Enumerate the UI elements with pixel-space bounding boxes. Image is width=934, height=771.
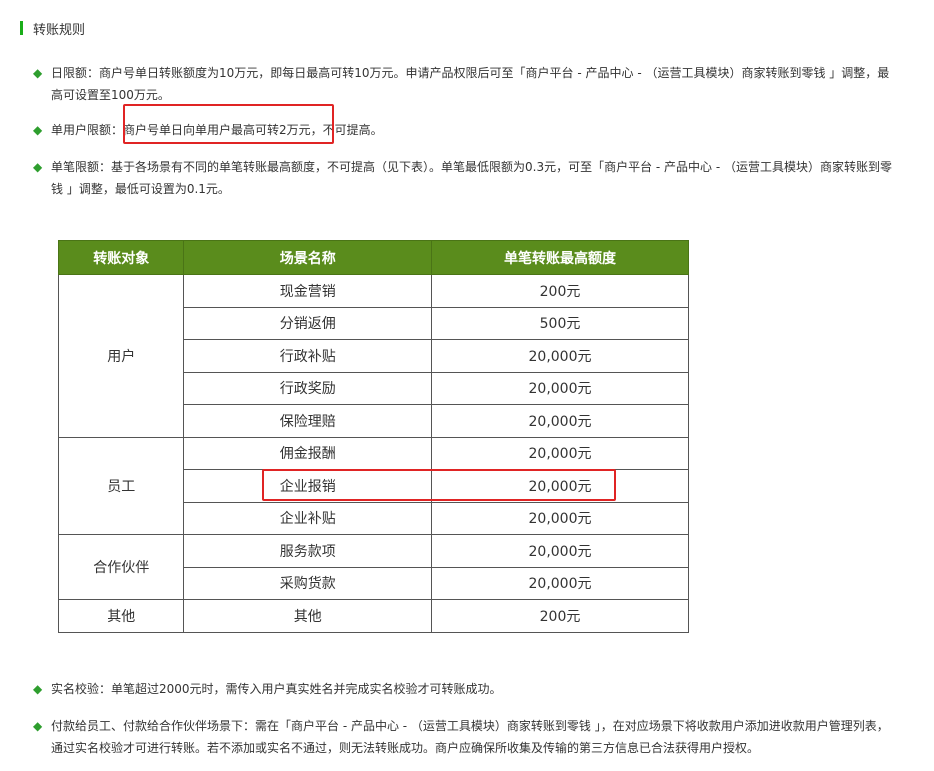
target-cell: 其他 xyxy=(57,599,185,633)
amount-cell: 20,000元 xyxy=(431,339,689,373)
amount-cell: 200元 xyxy=(431,599,689,633)
scene-cell: 行政补贴 xyxy=(183,339,433,373)
header-max-amount: 单笔转账最高额度 xyxy=(431,240,689,275)
scene-cell: 服务款项 xyxy=(183,534,433,568)
diamond-bullet-icon: ◆ xyxy=(33,123,43,137)
rule-text: 实名校验：单笔超过2000元时，需传入用户真实姓名并完成实名校验才可转账成功。 xyxy=(51,682,502,696)
header-target: 转账对象 xyxy=(57,240,185,275)
amount-cell: 200元 xyxy=(431,274,689,308)
rule-per-transaction-limit: ◆ 单笔限额：基于各场景有不同的单笔转账最高额度，不可提高（见下表）。单笔最低限… xyxy=(33,156,893,200)
table-row: 用户 现金营销 200元 xyxy=(57,274,689,438)
diamond-bullet-icon: ◆ xyxy=(33,682,43,696)
scene-cell: 佣金报酬 xyxy=(183,436,433,470)
diamond-bullet-icon: ◆ xyxy=(33,66,43,80)
rule-single-user-limit: ◆ 单用户限额：商户号单日向单用户最高可转2万元，不可提高。 xyxy=(33,119,893,141)
limit-table-container: 转账对象 场景名称 单笔转账最高额度 用户 现金营销 200元 分销返佣 500… xyxy=(57,240,689,633)
scene-cell: 企业报销 xyxy=(183,469,433,503)
amount-cell: 20,000元 xyxy=(431,436,689,470)
scene-cell: 保险理赔 xyxy=(183,404,433,438)
header-scene: 场景名称 xyxy=(183,240,433,275)
amount-cell: 20,000元 xyxy=(431,566,689,600)
rule-label: 单用户限额： xyxy=(51,123,124,137)
table-row: 其他 其他 200元 xyxy=(57,599,689,633)
scene-cell: 其他 xyxy=(183,599,433,633)
rule-text: 付款给员工、付款给合作伙伴场景下：需在「商户平台 - 产品中心 - （运营工具模… xyxy=(51,719,889,755)
rule-real-name-check: ◆ 实名校验：单笔超过2000元时，需传入用户真实姓名并完成实名校验才可转账成功… xyxy=(33,678,893,700)
scene-cell: 采购货款 xyxy=(183,566,433,600)
amount-cell: 20,000元 xyxy=(431,501,689,535)
diamond-bullet-icon: ◆ xyxy=(33,160,43,174)
section-title: 转账规则 xyxy=(33,22,86,38)
rule-rest-text: 不可提高。 xyxy=(322,123,383,137)
amount-cell: 20,000元 xyxy=(431,371,689,405)
target-cell: 合作伙伴 xyxy=(57,534,185,600)
rule-highlight-text: 商户号单日向单用户最高可转2万元， xyxy=(123,123,323,137)
amount-cell: 20,000元 xyxy=(431,404,689,438)
target-cell: 用户 xyxy=(57,274,185,438)
table-row: 员工 佣金报酬 20,000元 xyxy=(57,436,689,535)
amount-cell: 20,000元 xyxy=(431,534,689,568)
scene-cell: 分销返佣 xyxy=(183,306,433,340)
scene-cell: 企业补贴 xyxy=(183,501,433,535)
scene-cell: 行政奖励 xyxy=(183,371,433,405)
diamond-bullet-icon: ◆ xyxy=(33,719,43,733)
rule-text: 单笔限额：基于各场景有不同的单笔转账最高额度，不可提高（见下表）。单笔最低限额为… xyxy=(51,160,893,196)
amount-cell: 500元 xyxy=(431,306,689,340)
rule-text: 日限额：商户号单日转账额度为10万元，即每日最高可转10万元。申请产品权限后可至… xyxy=(51,66,890,102)
rule-employee-partner: ◆ 付款给员工、付款给合作伙伴场景下：需在「商户平台 - 产品中心 - （运营工… xyxy=(33,715,893,759)
scene-cell: 现金营销 xyxy=(183,274,433,308)
table-header-row: 转账对象 场景名称 单笔转账最高额度 xyxy=(57,240,689,275)
amount-cell: 20,000元 xyxy=(431,469,689,503)
section-header: 转账规则 xyxy=(20,18,85,38)
limit-table: 转账对象 场景名称 单笔转账最高额度 用户 现金营销 200元 分销返佣 500… xyxy=(57,240,689,633)
target-cell: 员工 xyxy=(57,436,185,535)
table-row: 合作伙伴 服务款项 20,000元 xyxy=(57,534,689,600)
section-accent-bar xyxy=(20,21,23,35)
rule-daily-limit: ◆ 日限额：商户号单日转账额度为10万元，即每日最高可转10万元。申请产品权限后… xyxy=(33,62,893,106)
